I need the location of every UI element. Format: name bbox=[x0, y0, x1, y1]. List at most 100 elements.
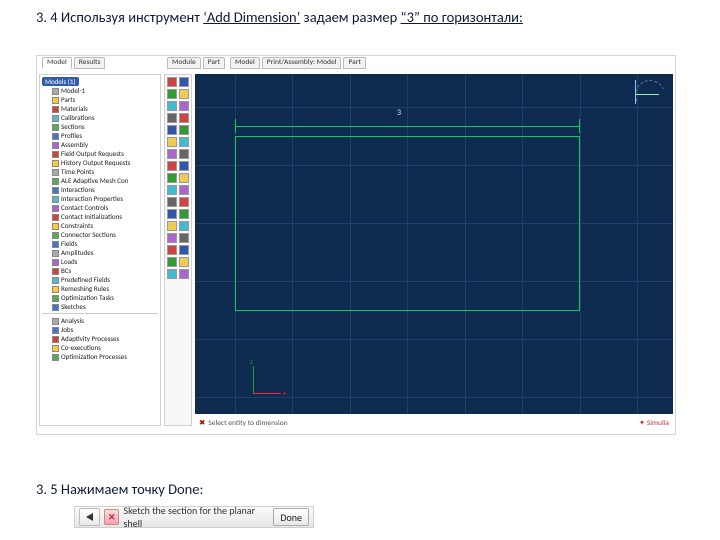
folder-icon bbox=[52, 286, 59, 293]
tool-icon bbox=[179, 125, 189, 135]
tree-item[interactable]: ALE Adaptive Mesh Con bbox=[42, 176, 158, 185]
folder-icon bbox=[52, 304, 59, 311]
tree-root-child[interactable]: Model-1 bbox=[42, 86, 158, 95]
tree-item[interactable]: Sketches bbox=[42, 302, 158, 311]
tree-item[interactable]: Constraints bbox=[42, 221, 158, 230]
tool-button[interactable] bbox=[167, 185, 189, 195]
tab-part[interactable]: Part bbox=[203, 57, 225, 69]
tree-item[interactable]: Loads bbox=[42, 257, 158, 266]
tool-button[interactable] bbox=[167, 269, 189, 279]
tree-item[interactable]: Calibrations bbox=[42, 113, 158, 122]
tool-button[interactable] bbox=[167, 209, 189, 219]
horizontal-dimension[interactable] bbox=[235, 119, 580, 133]
tab-vp-viewport[interactable]: Print/Assembly: Model bbox=[262, 57, 342, 69]
tree-item[interactable]: Field Output Requests bbox=[42, 149, 158, 158]
tool-button[interactable] bbox=[167, 257, 189, 267]
folder-icon bbox=[52, 345, 59, 352]
step-3-5-heading: 3. 5 Нажимаем точку Done: bbox=[36, 480, 203, 498]
tree-item[interactable]: Co-executions bbox=[42, 343, 158, 352]
tool-icon bbox=[179, 245, 189, 255]
folder-icon bbox=[52, 214, 59, 221]
folder-icon bbox=[52, 187, 59, 194]
model-tree[interactable]: Models (1) Model-1 Parts Materials Calib… bbox=[39, 74, 161, 426]
folder-icon bbox=[52, 259, 59, 266]
tree-item[interactable]: Remeshing Rules bbox=[42, 284, 158, 293]
folder-icon bbox=[52, 295, 59, 302]
tree-item[interactable]: Profiles bbox=[42, 131, 158, 140]
dimension-value[interactable]: 3 bbox=[395, 108, 403, 118]
tree-item[interactable]: Interaction Properties bbox=[42, 194, 158, 203]
tree-item[interactable]: Analysis bbox=[42, 316, 158, 325]
tool-name: ‘Add Dimension’ bbox=[203, 8, 300, 26]
folder-icon bbox=[52, 178, 59, 185]
tool-icon bbox=[167, 257, 177, 267]
tool-icon bbox=[179, 137, 189, 147]
tool-icon bbox=[167, 137, 177, 147]
tool-button[interactable] bbox=[167, 137, 189, 147]
tool-icon bbox=[167, 269, 177, 279]
tree-item[interactable]: Assembly bbox=[42, 140, 158, 149]
tool-icon bbox=[167, 101, 177, 111]
tool-button[interactable] bbox=[167, 161, 189, 171]
folder-icon bbox=[52, 277, 59, 284]
dim-size: “3” bbox=[401, 8, 420, 26]
tool-icon bbox=[167, 209, 177, 219]
tree-item[interactable]: BCs bbox=[42, 266, 158, 275]
tool-icon bbox=[179, 209, 189, 219]
tool-icon bbox=[167, 245, 177, 255]
viewport-tabs: Model Print/Assembly: Model Part bbox=[227, 56, 371, 70]
tree-item[interactable]: Amplitudes bbox=[42, 248, 158, 257]
tree-item[interactable]: Connector Sections bbox=[42, 230, 158, 239]
done-button[interactable]: Done bbox=[273, 508, 309, 526]
tab-model[interactable]: Model bbox=[42, 57, 72, 69]
folder-icon bbox=[52, 241, 59, 248]
folder-icon bbox=[52, 97, 59, 104]
sketch-toolstrip bbox=[164, 74, 192, 426]
left-panel-tabs: Model Results bbox=[39, 56, 110, 70]
tool-button[interactable] bbox=[167, 113, 189, 123]
prompt-text: Sketch the section for the planar shell bbox=[123, 504, 269, 530]
tree-item[interactable]: Contact Controls bbox=[42, 203, 158, 212]
tree-item[interactable]: Optimization Processes bbox=[42, 352, 158, 361]
tree-item[interactable]: Predefined Fields bbox=[42, 275, 158, 284]
tool-icon bbox=[179, 113, 189, 123]
tool-button[interactable] bbox=[167, 149, 189, 159]
tree-item[interactable]: Fields bbox=[42, 239, 158, 248]
tree-item[interactable]: Adaptivity Processes bbox=[42, 334, 158, 343]
tree-item[interactable]: Time Points bbox=[42, 167, 158, 176]
tool-button[interactable] bbox=[167, 197, 189, 207]
tree-item[interactable]: Materials bbox=[42, 104, 158, 113]
cancel-button[interactable]: ✕ bbox=[104, 509, 119, 525]
tool-button[interactable] bbox=[167, 233, 189, 243]
tool-button[interactable] bbox=[167, 125, 189, 135]
tab-module[interactable]: Module bbox=[167, 57, 201, 69]
tool-icon bbox=[179, 161, 189, 171]
tool-button[interactable] bbox=[167, 173, 189, 183]
tool-button[interactable] bbox=[167, 221, 189, 231]
tool-button[interactable] bbox=[167, 77, 189, 87]
view-compass-icon[interactable] bbox=[635, 80, 665, 110]
tree-item[interactable]: Jobs bbox=[42, 325, 158, 334]
sketch-rectangle[interactable] bbox=[235, 136, 580, 311]
tool-button[interactable] bbox=[167, 101, 189, 111]
tree-item[interactable]: History Output Requests bbox=[42, 158, 158, 167]
tree-item[interactable]: Interactions bbox=[42, 185, 158, 194]
tab-results[interactable]: Results bbox=[74, 57, 106, 69]
tree-item[interactable]: Sections bbox=[42, 122, 158, 131]
tree-item[interactable]: Optimization Tasks bbox=[42, 293, 158, 302]
tree-root[interactable]: Models (1) bbox=[42, 77, 79, 86]
folder-icon bbox=[52, 268, 59, 275]
tool-icon bbox=[179, 173, 189, 183]
tree-item[interactable]: Parts bbox=[42, 95, 158, 104]
tool-button[interactable] bbox=[167, 89, 189, 99]
tree-item[interactable]: Contact Initializations bbox=[42, 212, 158, 221]
sketch-canvas[interactable]: 3 z x bbox=[195, 74, 673, 414]
cancel-icon[interactable]: ✖ bbox=[199, 418, 205, 428]
folder-icon bbox=[52, 250, 59, 257]
tool-icon bbox=[179, 221, 189, 231]
back-button[interactable] bbox=[79, 508, 100, 526]
tab-vp-model[interactable]: Model bbox=[230, 57, 260, 69]
module-tabs: Module Part bbox=[164, 56, 230, 70]
tab-vp-part[interactable]: Part bbox=[343, 57, 365, 69]
tool-button[interactable] bbox=[167, 245, 189, 255]
